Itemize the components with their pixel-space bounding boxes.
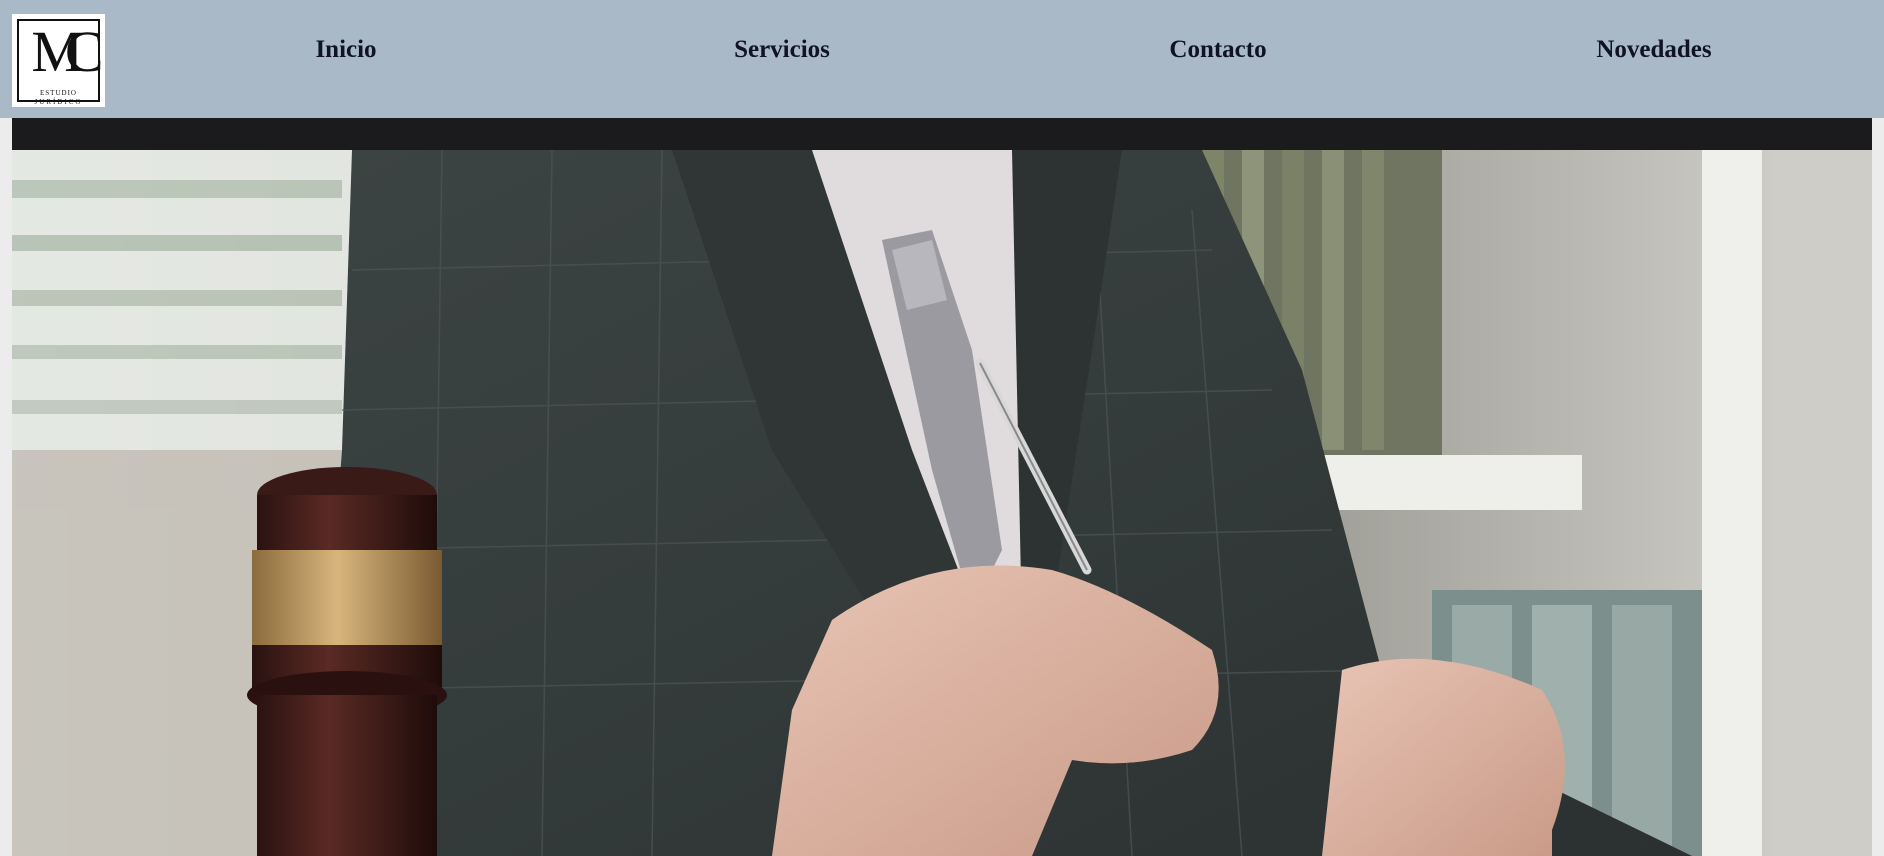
gavel <box>247 467 447 856</box>
hero-top-bar <box>12 118 1872 150</box>
nav-item-servicios[interactable]: Servicios <box>734 36 830 64</box>
hero-banner <box>12 150 1872 856</box>
resting-hand <box>1322 658 1565 856</box>
nav-item-novedades[interactable]: Novedades <box>1596 36 1711 64</box>
hero-image <box>12 150 1872 856</box>
nav-item-inicio[interactable]: Inicio <box>315 36 376 64</box>
main-nav: Inicio Servicios Contacto Novedades <box>0 0 1884 112</box>
nav-item-contacto[interactable]: Contacto <box>1169 36 1266 64</box>
site-header: MC ESTUDIO JURÍDICO Inicio Servicios Con… <box>0 0 1884 118</box>
